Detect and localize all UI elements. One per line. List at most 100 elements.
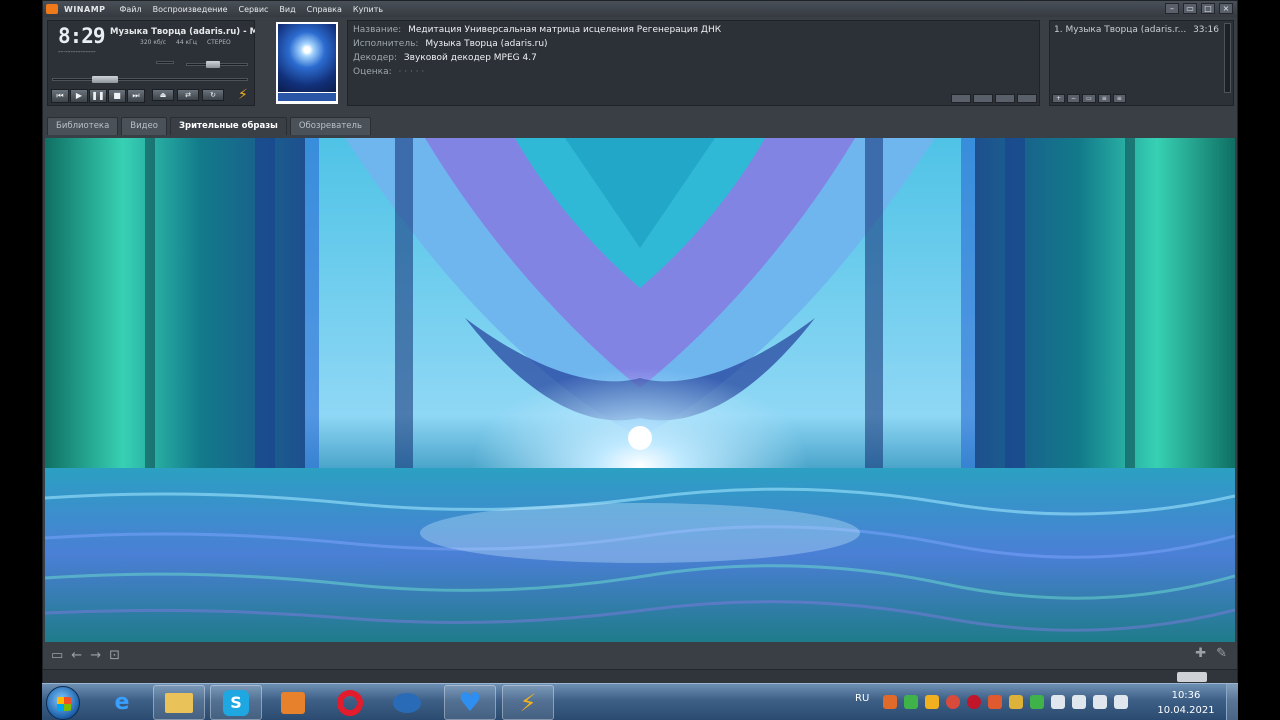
mini-visualizer[interactable]: --·------------ (58, 48, 96, 56)
collapse-button[interactable] (1177, 672, 1207, 682)
remove-icon[interactable]: − (1067, 94, 1081, 103)
list-icon[interactable]: ≡ (1112, 94, 1126, 103)
media-player-icon[interactable] (267, 685, 319, 720)
select-icon[interactable]: ▭ (1082, 94, 1096, 103)
lightning-icon[interactable]: ⚡ (238, 87, 248, 103)
volume-icon[interactable] (1051, 695, 1065, 709)
seek-knob[interactable] (92, 76, 119, 83)
stop-icon[interactable]: ■ (108, 89, 126, 103)
network-icon[interactable] (1093, 695, 1107, 709)
language-indicator[interactable]: RU (855, 693, 869, 704)
tab-library[interactable]: Библиотека (47, 117, 119, 135)
clock-date: 10.04.2021 (1157, 705, 1215, 716)
menu-playback[interactable]: Воспроизведение (153, 5, 228, 14)
player-panel: 8:29 Музыка Творца (adaris.ru) - Ме 320 … (47, 20, 255, 106)
menu-buy[interactable]: Купить (353, 5, 383, 14)
add-icon[interactable]: + (1052, 94, 1066, 103)
bitrate: 320 кб/с (140, 39, 167, 46)
prev-icon[interactable]: ⏮ (51, 89, 69, 103)
search-icon[interactable] (973, 94, 993, 103)
skype-icon[interactable]: S (210, 685, 262, 720)
letterbox-left (0, 0, 42, 720)
track-info-panel: Название: Медитация Универсальная матриц… (347, 20, 1040, 106)
winamp-logo-icon[interactable] (46, 4, 58, 14)
tray-winamp-icon[interactable] (925, 695, 939, 709)
visualization-canvas[interactable] (45, 138, 1235, 642)
tab-visualization[interactable]: Зрительные образы (169, 117, 287, 135)
vis-menu-icon[interactable]: ⊡ (109, 648, 120, 663)
shuffle-icon[interactable]: ⇄ (177, 89, 199, 101)
album-art-caption (278, 93, 336, 101)
menu-view[interactable]: Вид (279, 5, 295, 14)
taskbar: e S ♥ ⚡ RU 10:36 10.04.2021 (42, 683, 1238, 720)
forward-icon[interactable]: → (90, 648, 101, 663)
tray-chrome-icon[interactable] (946, 695, 960, 709)
clock[interactable]: 10:36 10.04.2021 (1150, 688, 1222, 718)
rating-stars[interactable]: · · · · · (399, 67, 425, 77)
minimize-icon[interactable]: – (1165, 3, 1179, 14)
repeat-icon[interactable]: ↻ (202, 89, 224, 101)
internet-explorer-icon[interactable]: e (96, 685, 148, 720)
tab-video[interactable]: Видео (121, 117, 167, 135)
title-value: Медитация Универсальная матрица исцелени… (408, 25, 722, 35)
tray-box-icon[interactable] (1009, 695, 1023, 709)
volume-slider[interactable] (186, 61, 248, 68)
info-icon[interactable] (951, 94, 971, 103)
tab-bar: Библиотека Видео Зрительные образы Обозр… (47, 117, 371, 135)
title-label: Название: (353, 25, 402, 35)
vpn-icon[interactable] (381, 685, 433, 720)
playlist-item[interactable]: 1. Музыка Творца (adaris.r... (1054, 25, 1186, 35)
tab-browser[interactable]: Обозреватель (289, 117, 371, 135)
info-artist-row: Исполнитель: Музыка Творца (adaris.ru) (353, 39, 548, 49)
settings-icon[interactable]: ✎ (1216, 646, 1227, 661)
menu-help[interactable]: Справка (307, 5, 342, 14)
tray-check-icon[interactable] (1030, 695, 1044, 709)
tray-download-icon[interactable] (988, 695, 1002, 709)
start-button[interactable] (46, 686, 80, 720)
system-tray (883, 695, 1128, 709)
tray-record-icon[interactable] (967, 695, 981, 709)
balance-button[interactable] (156, 61, 174, 64)
playlist-scrollbar[interactable] (1224, 23, 1231, 93)
clock-time: 10:36 (1171, 690, 1201, 701)
web-icon[interactable] (995, 94, 1015, 103)
rating-icon[interactable] (1017, 94, 1037, 103)
info-rating-row: Оценка: · · · · · (353, 67, 424, 77)
tray-app-icon[interactable] (883, 695, 897, 709)
info-decoder-row: Декодер: Звуковой декодер MPEG 4.7 (353, 53, 537, 63)
shade-icon[interactable]: ▭ (1183, 3, 1197, 14)
maximize-icon[interactable]: □ (1201, 3, 1215, 14)
winamp-icon[interactable]: ⚡ (502, 685, 554, 720)
back-icon[interactable]: ← (71, 648, 82, 663)
info-buttons (951, 94, 1037, 103)
transport-controls: ⏮ ▶ ❚❚ ■ ⏭ (51, 89, 145, 103)
menu-file[interactable]: Файл (120, 5, 142, 14)
next-icon[interactable]: ⏭ (127, 89, 145, 103)
menu-bar: WINAMP Файл Воспроизведение Сервис Вид С… (43, 1, 1237, 17)
plugin-icon[interactable]: ✚ (1195, 646, 1206, 661)
pause-icon[interactable]: ❚❚ (89, 89, 107, 103)
tray-update-icon[interactable] (904, 695, 918, 709)
explorer-icon[interactable] (153, 685, 205, 720)
window-controls: – ▭ □ × (1165, 3, 1233, 14)
winamp-window: WINAMP Файл Воспроизведение Сервис Вид С… (42, 0, 1238, 684)
show-desktop-button[interactable] (1226, 684, 1238, 720)
artist-label: Исполнитель: (353, 39, 419, 49)
misc-icon[interactable]: ≡ (1097, 94, 1111, 103)
playlist-buttons: + − ▭ ≡ ≡ (1052, 94, 1126, 103)
heart-app-icon[interactable]: ♥ (444, 685, 496, 720)
extra-controls: ⏏ ⇄ ↻ (152, 89, 224, 101)
album-art[interactable] (276, 22, 338, 104)
fullscreen-icon[interactable]: ▭ (51, 648, 63, 663)
battery-icon[interactable] (1114, 695, 1128, 709)
song-ticker[interactable]: Музыка Творца (adaris.ru) - Ме (110, 27, 255, 37)
play-icon[interactable]: ▶ (70, 89, 88, 103)
opera-icon[interactable] (324, 685, 376, 720)
volume-knob[interactable] (206, 61, 221, 68)
seek-bar[interactable] (52, 76, 248, 83)
menu-tools[interactable]: Сервис (239, 5, 269, 14)
eject-icon[interactable]: ⏏ (152, 89, 174, 101)
close-icon[interactable]: × (1219, 3, 1233, 14)
action-center-icon[interactable] (1072, 695, 1086, 709)
elapsed-time[interactable]: 8:29 (58, 24, 106, 48)
